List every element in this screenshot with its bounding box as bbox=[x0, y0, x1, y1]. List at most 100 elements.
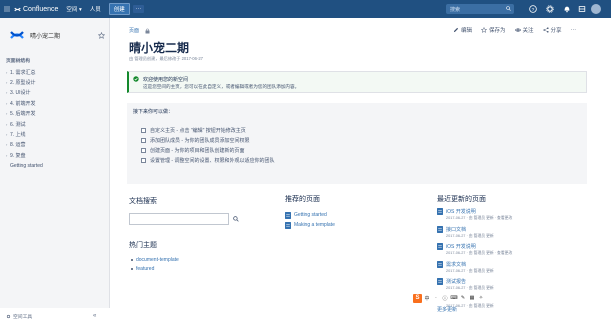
page-icon bbox=[437, 243, 443, 251]
tree-item-label: 5. 后端开发 bbox=[10, 111, 36, 118]
favorite-star-icon[interactable] bbox=[98, 32, 105, 39]
page-tree: › 1. 需求汇总 › 2. 原型设计 › 3. UI设计 › 4. 前端开发 › 5. … bbox=[6, 67, 43, 171]
save-for-later-button[interactable]: 保存为 bbox=[481, 26, 506, 34]
task-checkbox[interactable] bbox=[141, 147, 146, 153]
more-actions-button[interactable]: ··· bbox=[571, 26, 577, 34]
next-steps-title: 接下来你可以做： bbox=[133, 109, 174, 115]
tree-item[interactable]: Getting started bbox=[6, 161, 43, 171]
doc-search-input[interactable] bbox=[129, 213, 229, 225]
ime-logo[interactable]: S bbox=[413, 293, 422, 303]
label-text: document-template bbox=[136, 257, 179, 264]
tree-item[interactable]: › 8. 运营 bbox=[6, 140, 43, 150]
tree-item[interactable]: › 6. 测试 bbox=[6, 119, 43, 129]
share-icon bbox=[542, 27, 549, 33]
doc-search-title: 文档搜索 bbox=[129, 198, 157, 205]
share-button[interactable]: 分享 bbox=[542, 26, 562, 34]
task-checkbox[interactable] bbox=[141, 137, 146, 143]
tree-item-label: 7. 上线 bbox=[10, 132, 26, 139]
updated-item-name: iOS 开发说明 bbox=[446, 209, 476, 215]
updated-item-meta: 2017-06-27 · 由 管理员 更新 bbox=[446, 268, 494, 273]
recommended-item[interactable]: Getting started bbox=[285, 210, 335, 220]
updated-item[interactable]: iOS 开发说明 2017-06-27 · 由 管理员 更新 · 查看更改 bbox=[437, 208, 512, 226]
bullet bbox=[131, 259, 133, 262]
ime-punct-key[interactable]: · bbox=[432, 295, 440, 301]
tree-item[interactable]: › 9. 复盘 bbox=[6, 150, 43, 160]
app-switcher-icon[interactable] bbox=[2, 0, 12, 18]
svg-text:?: ? bbox=[532, 7, 535, 13]
updated-item-name: iOS 开发说明 bbox=[446, 244, 476, 251]
page-icon bbox=[437, 225, 443, 233]
popular-labels-list: document-template featured bbox=[131, 256, 179, 273]
tree-item-label: Getting started bbox=[10, 162, 43, 169]
breadcrumb: 页面 bbox=[129, 27, 150, 34]
page-byline: 由 管理员创建，最后修改于 2017-06-27 bbox=[129, 56, 203, 61]
help-icon[interactable]: ? bbox=[528, 4, 538, 14]
success-message-panel: 欢迎使用您的新空间 这是您空间的主页，您可以在此自定义，或者编辑或者为您的团队添… bbox=[127, 71, 587, 93]
tree-item-label: 4. 前端开发 bbox=[10, 100, 36, 107]
settings-gear-icon[interactable] bbox=[545, 4, 555, 14]
doc-search-button[interactable] bbox=[230, 213, 241, 225]
tree-item[interactable]: › 5. 后端开发 bbox=[6, 109, 43, 119]
watch-button[interactable]: 关注 bbox=[514, 26, 534, 34]
updated-item-meta: 2017-06-27 · 由 管理员 更新 · 查看更改 bbox=[446, 251, 513, 256]
tree-item[interactable]: › 4. 前端开发 bbox=[6, 98, 43, 108]
ime-keyboard-icon[interactable]: ⌨ bbox=[450, 295, 458, 301]
app-name: Confluence bbox=[23, 5, 59, 13]
ime-skin-icon[interactable]: ✧ bbox=[477, 295, 485, 301]
task-label: 设置管理 - 调整空间的设置、权限和外观以适应你的团队 bbox=[150, 157, 275, 164]
info-title: 欢迎使用您的新空间 bbox=[143, 77, 189, 83]
top-navigation-bar: Confluence 空间 ▾ 人员 创建 ··· 搜索 ? bbox=[0, 0, 611, 18]
updated-item[interactable]: 接口文档 2017-06-27 · 由 管理员 更新 bbox=[437, 225, 512, 244]
ime-grid-icon[interactable]: ▦ bbox=[468, 295, 476, 301]
recommended-item[interactable]: Making a template bbox=[285, 220, 335, 230]
collapse-sidebar-icon[interactable]: « bbox=[93, 313, 96, 319]
page-icon bbox=[437, 278, 443, 286]
space-tools-label: 空间工具 bbox=[13, 315, 33, 320]
ime-mode-key[interactable]: 中 bbox=[423, 295, 431, 302]
breadcrumb-link[interactable]: 页面 bbox=[129, 27, 139, 34]
create-button[interactable]: 创建 bbox=[108, 3, 130, 15]
people-link[interactable]: 人员 bbox=[90, 5, 101, 13]
more-updates-link[interactable]: 更多更新 bbox=[437, 306, 457, 313]
label-text: featured bbox=[136, 265, 155, 272]
tree-item[interactable]: › 1. 需求汇总 bbox=[6, 67, 43, 77]
tree-item[interactable]: › 3. UI设计 bbox=[6, 88, 43, 98]
tree-item-label: 8. 运营 bbox=[10, 142, 26, 149]
task-item: 添加团队成员 - 为你的团队成员添加空间权限 bbox=[141, 135, 274, 145]
task-list: 自定义主页 - 点击 "编辑" 按钮开始修改主页 添加团队成员 - 为你的团队成… bbox=[141, 125, 274, 165]
confluence-logo[interactable]: Confluence bbox=[14, 6, 58, 13]
ime-handwrite-icon[interactable]: ✎ bbox=[459, 295, 467, 301]
notifications-bell-icon[interactable] bbox=[562, 4, 572, 14]
share-label: 分享 bbox=[550, 28, 562, 34]
ime-emoji-icon[interactable]: ⓘ bbox=[441, 295, 449, 302]
edit-button[interactable]: 编辑 bbox=[453, 26, 472, 34]
user-avatar[interactable] bbox=[591, 4, 601, 14]
task-item: 自定义主页 - 点击 "编辑" 按钮开始修改主页 bbox=[141, 125, 274, 135]
search-input[interactable]: 搜索 bbox=[446, 4, 514, 14]
space-tools-menu[interactable]: 空间工具 bbox=[6, 313, 32, 320]
pencil-icon bbox=[453, 27, 459, 33]
spaces-menu[interactable]: 空间 ▾ bbox=[66, 5, 81, 13]
more-create-button[interactable]: ··· bbox=[132, 5, 145, 13]
space-name: 晴小宠二期 bbox=[30, 33, 61, 40]
page-restrictions-lock-icon[interactable] bbox=[145, 28, 150, 34]
space-sidebar: 晴小宠二期 页面树结构 › 1. 需求汇总 › 2. 原型设计 › 3. UI设计 ›… bbox=[0, 18, 110, 320]
page-icon bbox=[437, 260, 443, 268]
task-checkbox[interactable] bbox=[141, 127, 146, 133]
task-checkbox[interactable] bbox=[141, 157, 146, 163]
workbox-icon[interactable] bbox=[577, 4, 587, 14]
space-header[interactable]: 晴小宠二期 bbox=[10, 28, 60, 42]
page-icon bbox=[285, 221, 291, 229]
updated-item-meta: 2017-06-27 · 由 管理员 更新 bbox=[446, 286, 494, 291]
task-label: 添加团队成员 - 为你的团队成员添加空间权限 bbox=[150, 137, 250, 144]
page-title: 晴小宠二期 bbox=[129, 41, 190, 55]
watch-label: 关注 bbox=[522, 28, 534, 34]
updated-item[interactable]: iOS 开发说明 2017-06-27 · 由 管理员 更新 · 查看更改 bbox=[437, 243, 512, 261]
label-item[interactable]: document-template bbox=[131, 256, 179, 265]
label-item[interactable]: featured bbox=[131, 265, 179, 274]
recommended-item-label: Making a template bbox=[294, 222, 335, 228]
tree-item[interactable]: › 7. 上线 bbox=[6, 129, 43, 139]
updated-item[interactable]: 需求文档 2017-06-27 · 由 管理员 更新 bbox=[437, 260, 512, 279]
save-label: 保存为 bbox=[489, 28, 506, 34]
tree-item[interactable]: › 2. 原型设计 bbox=[6, 77, 43, 87]
